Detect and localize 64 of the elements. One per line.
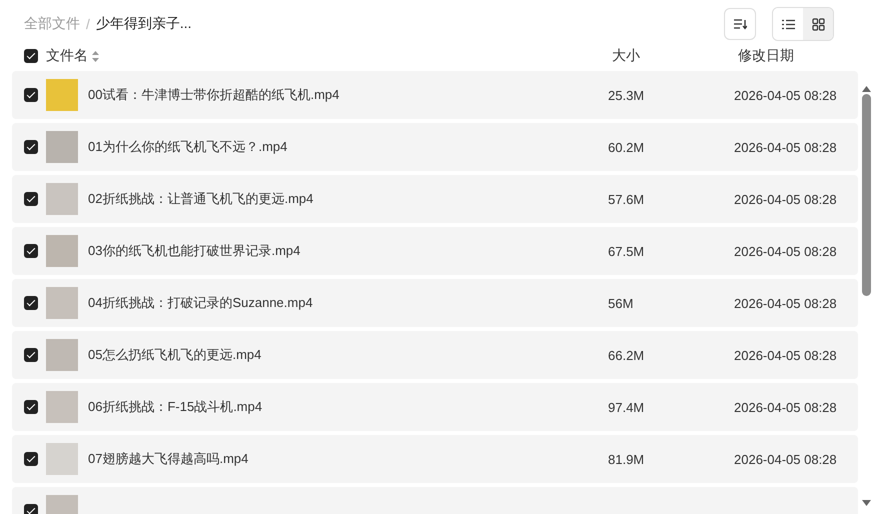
checkbox[interactable] bbox=[24, 140, 38, 154]
file-row[interactable]: 02折纸挑战：让普通飞机飞的更远.mp4 57.6M 2026-04-05 08:28 bbox=[12, 175, 858, 223]
video-thumbnail bbox=[46, 339, 78, 371]
file-name: 03你的纸飞机也能打破世界记录.mp4 bbox=[88, 242, 302, 260]
file-row[interactable]: 06折纸挑战：F-15战斗机.mp4 97.4M 2026-04-05 08:28 bbox=[12, 383, 858, 431]
column-header[interactable]: 大小 bbox=[612, 47, 738, 65]
file-size: 66.2M bbox=[608, 348, 646, 362]
video-thumbnail bbox=[46, 443, 78, 475]
file-name: 00试看：牛津博士带你折超酷的纸飞机.mp4 bbox=[88, 86, 340, 104]
file-name: 07翅膀越大飞得越高吗.mp4 bbox=[88, 450, 250, 468]
grid-view-button[interactable] bbox=[803, 8, 833, 40]
column-header[interactable]: 修改日期 bbox=[738, 47, 858, 65]
video-thumbnail bbox=[46, 131, 78, 163]
grid-icon bbox=[812, 18, 824, 30]
video-thumbnail bbox=[46, 391, 78, 423]
sort-button[interactable] bbox=[724, 8, 756, 40]
checkbox[interactable] bbox=[24, 244, 38, 258]
file-row[interactable]: 00试看：牛津博士带你折超酷的纸飞机.mp4 25.3M 2026-04-05 08:28 bbox=[12, 71, 858, 119]
file-name: 01为什么你的纸飞机飞不远？.mp4 bbox=[88, 138, 288, 156]
modified-date: 2026-04-05 08:28 bbox=[734, 88, 838, 102]
file-size: 81.9M bbox=[608, 452, 646, 466]
checkbox[interactable] bbox=[24, 504, 38, 514]
video-thumbnail bbox=[46, 235, 78, 267]
modified-date: 2026-04-05 08:28 bbox=[734, 140, 838, 154]
file-size: 67.5M bbox=[608, 244, 646, 258]
sort-icon bbox=[733, 18, 747, 30]
file-size: 60.2M bbox=[608, 140, 646, 154]
column-header[interactable]: 文件名 bbox=[46, 47, 88, 65]
file-row[interactable]: 05怎么扔纸飞机飞的更远.mp4 66.2M 2026-04-05 08:28 bbox=[12, 331, 858, 379]
file-row[interactable]: 07翅膀越大飞得越高吗.mp4 81.9M 2026-04-05 08:28 bbox=[12, 435, 858, 483]
modified-date: 2026-04-05 08:28 bbox=[734, 452, 838, 466]
sort-arrows-icon bbox=[92, 50, 99, 62]
file-name: 05怎么扔纸飞机飞的更远.mp4 bbox=[88, 346, 262, 364]
checkbox[interactable] bbox=[24, 49, 38, 63]
file-row[interactable]: 04折纸挑战：打破记录的Suzanne.mp4 56M 2026-04-05 08:28 bbox=[12, 279, 858, 327]
file-row[interactable]: 01为什么你的纸飞机飞不远？.mp4 60.2M 2026-04-05 08:28 bbox=[12, 123, 858, 171]
modified-date: 2026-04-05 08:28 bbox=[734, 244, 838, 258]
breadcrumb-separator: / bbox=[86, 16, 90, 32]
modified-date: 2026-04-05 08:28 bbox=[734, 400, 838, 414]
file-size: 57.6M bbox=[608, 192, 646, 206]
scrollbar-thumb[interactable] bbox=[862, 94, 870, 296]
video-thumbnail bbox=[46, 287, 78, 319]
checkbox[interactable] bbox=[24, 88, 38, 102]
file-name: 06折纸挑战：F-15战斗机.mp4 bbox=[88, 398, 264, 416]
video-thumbnail bbox=[46, 183, 78, 215]
file-row[interactable]: 03你的纸飞机也能打破世界记录.mp4 67.5M 2026-04-05 08:28 bbox=[12, 227, 858, 275]
modified-date: 2026-04-05 08:28 bbox=[734, 296, 838, 310]
breadcrumb-link[interactable]: 少年得到亲子... bbox=[96, 15, 192, 33]
modified-date: 2026-04-05 08:28 bbox=[734, 192, 838, 206]
video-thumbnail bbox=[46, 79, 78, 111]
checkbox[interactable] bbox=[24, 452, 38, 466]
checkbox[interactable] bbox=[24, 296, 38, 310]
file-size: 97.4M bbox=[608, 400, 646, 414]
file-name: 04折纸挑战：打破记录的Suzanne.mp4 bbox=[88, 294, 314, 312]
checkbox[interactable] bbox=[24, 348, 38, 362]
file-size: 56M bbox=[608, 296, 634, 310]
checkbox[interactable] bbox=[24, 192, 38, 206]
scroll-down-icon bbox=[862, 500, 870, 506]
checkbox[interactable] bbox=[24, 400, 38, 414]
file-size: 25.3M bbox=[608, 88, 646, 102]
scroll-up-icon bbox=[862, 86, 870, 92]
list-icon bbox=[782, 18, 794, 30]
modified-date: 2026-04-05 08:28 bbox=[734, 348, 838, 362]
file-name: 02折纸挑战：让普通飞机飞的更远.mp4 bbox=[88, 190, 314, 208]
